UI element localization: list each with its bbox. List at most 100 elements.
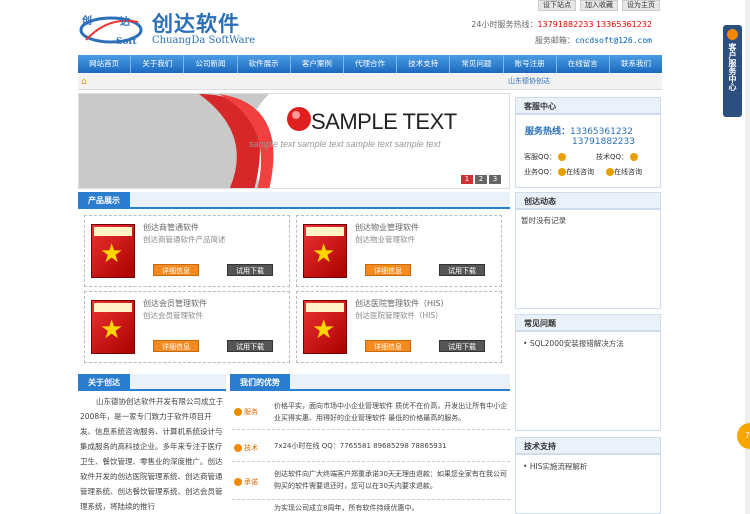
qq-icon <box>606 168 614 176</box>
star-icon: ★ <box>312 315 336 345</box>
product-name[interactable]: 创达商管通软件 <box>143 222 199 233</box>
nav-cases[interactable]: 客户案例 <box>291 55 344 73</box>
banner-page-1[interactable]: 1 <box>461 175 473 184</box>
trial-download-button[interactable]: 试用下载 <box>439 340 485 352</box>
advantage-row: 服务 价格平实，面向市场中小企业管理软件 质优不在价高，开发出让所有中小企业买得… <box>232 396 510 430</box>
product-box-image[interactable]: ★ <box>303 224 347 278</box>
logo-mark-c: Soft <box>116 37 137 46</box>
advantage-text: 价格平实，面向市场中小企业管理软件 质优不在价高，开发出让所有中小企业买得实惠、… <box>274 402 508 422</box>
logo-title[interactable]: 创达软件 <box>152 8 240 38</box>
logo-subtitle: ChuangDa SoftWare <box>152 35 256 46</box>
product-box-image[interactable]: ★ <box>91 224 135 278</box>
main-nav: 网站首页 关于我们 公司新闻 软件展示 客户案例 代理合作 技术支持 常见问题 … <box>78 55 662 73</box>
promise-tag: 承诺 <box>234 477 268 487</box>
news-header: 创达动态 <box>515 192 661 209</box>
product-box-image[interactable]: ★ <box>91 300 135 354</box>
faq-header: 常见问题 <box>515 314 661 331</box>
detail-button[interactable]: 详细信息 <box>153 264 199 276</box>
tech-header: 技术支持 <box>515 437 661 454</box>
link-set-site[interactable]: 设下站点 <box>538 0 576 11</box>
banner-subtitle: sample text sample text sample text samp… <box>249 139 441 149</box>
product-card: ★ 创达医院管理软件（HIS） 创达医院管理软件（HIS） 详细信息 试用下载 <box>296 291 502 363</box>
qq-icon <box>558 168 567 176</box>
trial-download-button[interactable]: 试用下载 <box>227 264 273 276</box>
announcement-bar: ⌂ 山东德协创达 <box>78 74 662 90</box>
qq-icon <box>558 153 567 161</box>
qq-icon <box>630 153 639 161</box>
advantage-row: 为实现公司成立8周年，所有软件持续优惠中。 <box>232 502 510 514</box>
qq-business[interactable]: 业务QQ： 在线咨询 <box>524 167 594 177</box>
product-desc: 创达会员管理软件 <box>143 311 203 320</box>
product-desc: 创达医院管理软件（HIS） <box>355 311 443 320</box>
nav-register[interactable]: 账号注册 <box>504 55 557 73</box>
tech-item[interactable]: • HIS实施流程解析 <box>523 461 587 472</box>
nav-agency[interactable]: 代理合作 <box>344 55 398 73</box>
product-card: ★ 创达物业管理软件 创达物业管理软件 详细信息 试用下载 <box>296 215 502 287</box>
star-icon: ★ <box>312 239 336 269</box>
advantage-text: 7x24小时在线 QQ：7765581 89685298 78865931 <box>274 442 447 450</box>
banner-title: SAMPLE TEXT <box>311 109 457 134</box>
faq-item[interactable]: • SQL2000安装报错解决方法 <box>523 338 624 349</box>
star-icon: ★ <box>100 239 124 269</box>
float-service-bubble[interactable]: 75 <box>737 423 750 449</box>
tech-icon <box>234 444 242 452</box>
top-links: 设下站点 加入收藏 设为主页 <box>510 0 660 11</box>
home-icon: ⌂ <box>81 77 87 87</box>
nav-products[interactable]: 软件展示 <box>238 55 291 73</box>
news-empty: 暂时没有记录 <box>521 216 566 225</box>
service-tag: 服务 <box>234 407 268 417</box>
logo-swoosh-icon: 创 达 Soft <box>79 14 143 46</box>
detail-button[interactable]: 详细信息 <box>365 340 411 352</box>
banner-page-3[interactable]: 3 <box>489 175 501 184</box>
nav-news[interactable]: 公司新闻 <box>184 55 238 73</box>
nav-support[interactable]: 技术支持 <box>397 55 451 73</box>
nav-faq[interactable]: 常见问题 <box>450 55 504 73</box>
service-hotline-2: 13791882233 <box>572 137 635 147</box>
detail-button[interactable]: 详细信息 <box>365 264 411 276</box>
products-header: 产品展示 <box>78 192 510 209</box>
hero-banner[interactable]: SAMPLE TEXT sample text sample text samp… <box>78 93 510 189</box>
customer-service-tab[interactable]: 客户服务中心 <box>723 25 742 117</box>
trial-download-button[interactable]: 试用下载 <box>227 340 273 352</box>
product-name[interactable]: 创达会员管理软件 <box>143 298 207 309</box>
announcement-marquee[interactable]: 山东德协创达 <box>508 76 550 86</box>
product-desc: 创达商管通软件产品简述 <box>143 235 226 244</box>
product-desc: 创达物业管理软件 <box>355 235 415 244</box>
banner-page-2[interactable]: 2 <box>475 175 487 184</box>
product-box-image[interactable]: ★ <box>303 300 347 354</box>
trial-download-button[interactable]: 试用下载 <box>439 264 485 276</box>
service-email: 服务邮箱：cncdsoft@126.com <box>534 36 652 45</box>
nav-home[interactable]: 网站首页 <box>78 55 132 73</box>
advantage-row: 承诺 创达软件向广大终端客户郑重承诺30天无理由退款：如果您全家有在我公司购买的… <box>232 464 510 500</box>
star-icon: ★ <box>100 315 124 345</box>
promise-icon <box>234 478 242 486</box>
product-name[interactable]: 创达医院管理软件（HIS） <box>355 298 448 309</box>
nav-contact[interactable]: 联系我们 <box>610 55 662 73</box>
product-card: ★ 创达商管通软件 创达商管通软件产品简述 详细信息 试用下载 <box>84 215 290 287</box>
advantage-text: 创达软件向广大终端客户郑重承诺30天无理由退款：如果您全家有在我公司购买的软件需… <box>274 470 507 490</box>
logo-mark-a: 创 <box>81 14 92 27</box>
logo-mark-b: 达 <box>120 15 130 28</box>
product-name[interactable]: 创达物业管理软件 <box>355 222 419 233</box>
advantages-header: 我们的优势 <box>230 374 510 391</box>
detail-button[interactable]: 详细信息 <box>153 340 199 352</box>
chat-icon <box>727 29 738 40</box>
qq-service[interactable]: 客服QQ： <box>524 152 567 162</box>
service-icon <box>234 408 242 416</box>
about-header: 关于创达 <box>78 374 226 391</box>
link-add-favorite[interactable]: 加入收藏 <box>580 0 618 11</box>
advantage-row: 技术 7x24小时在线 QQ：7765581 89685298 78865931 <box>232 432 510 462</box>
link-set-home[interactable]: 设为主页 <box>622 0 660 11</box>
advantage-text: 为实现公司成立8周年，所有软件持续优惠中。 <box>274 504 419 512</box>
hotline: 24小时服务热线：13791882233 13365361232 <box>471 20 652 29</box>
about-text: 山东德协创达软件开发有限公司成立于2008年，是一家专门致力于软件项目开发、信息… <box>80 397 224 511</box>
service-header: 客服中心 <box>515 97 661 114</box>
banner-pager: 1 2 3 <box>461 175 501 184</box>
product-card: ★ 创达会员管理软件 创达会员管理软件 详细信息 试用下载 <box>84 291 290 363</box>
tech-tag: 技术 <box>234 443 268 453</box>
qq-online[interactable]: 在线咨询 <box>604 167 642 177</box>
service-hotline: 服务热线：13365361232 <box>525 127 634 137</box>
nav-about[interactable]: 关于我们 <box>131 55 185 73</box>
nav-message[interactable]: 在线留言 <box>557 55 610 73</box>
qq-tech[interactable]: 技术QQ： <box>596 152 639 162</box>
